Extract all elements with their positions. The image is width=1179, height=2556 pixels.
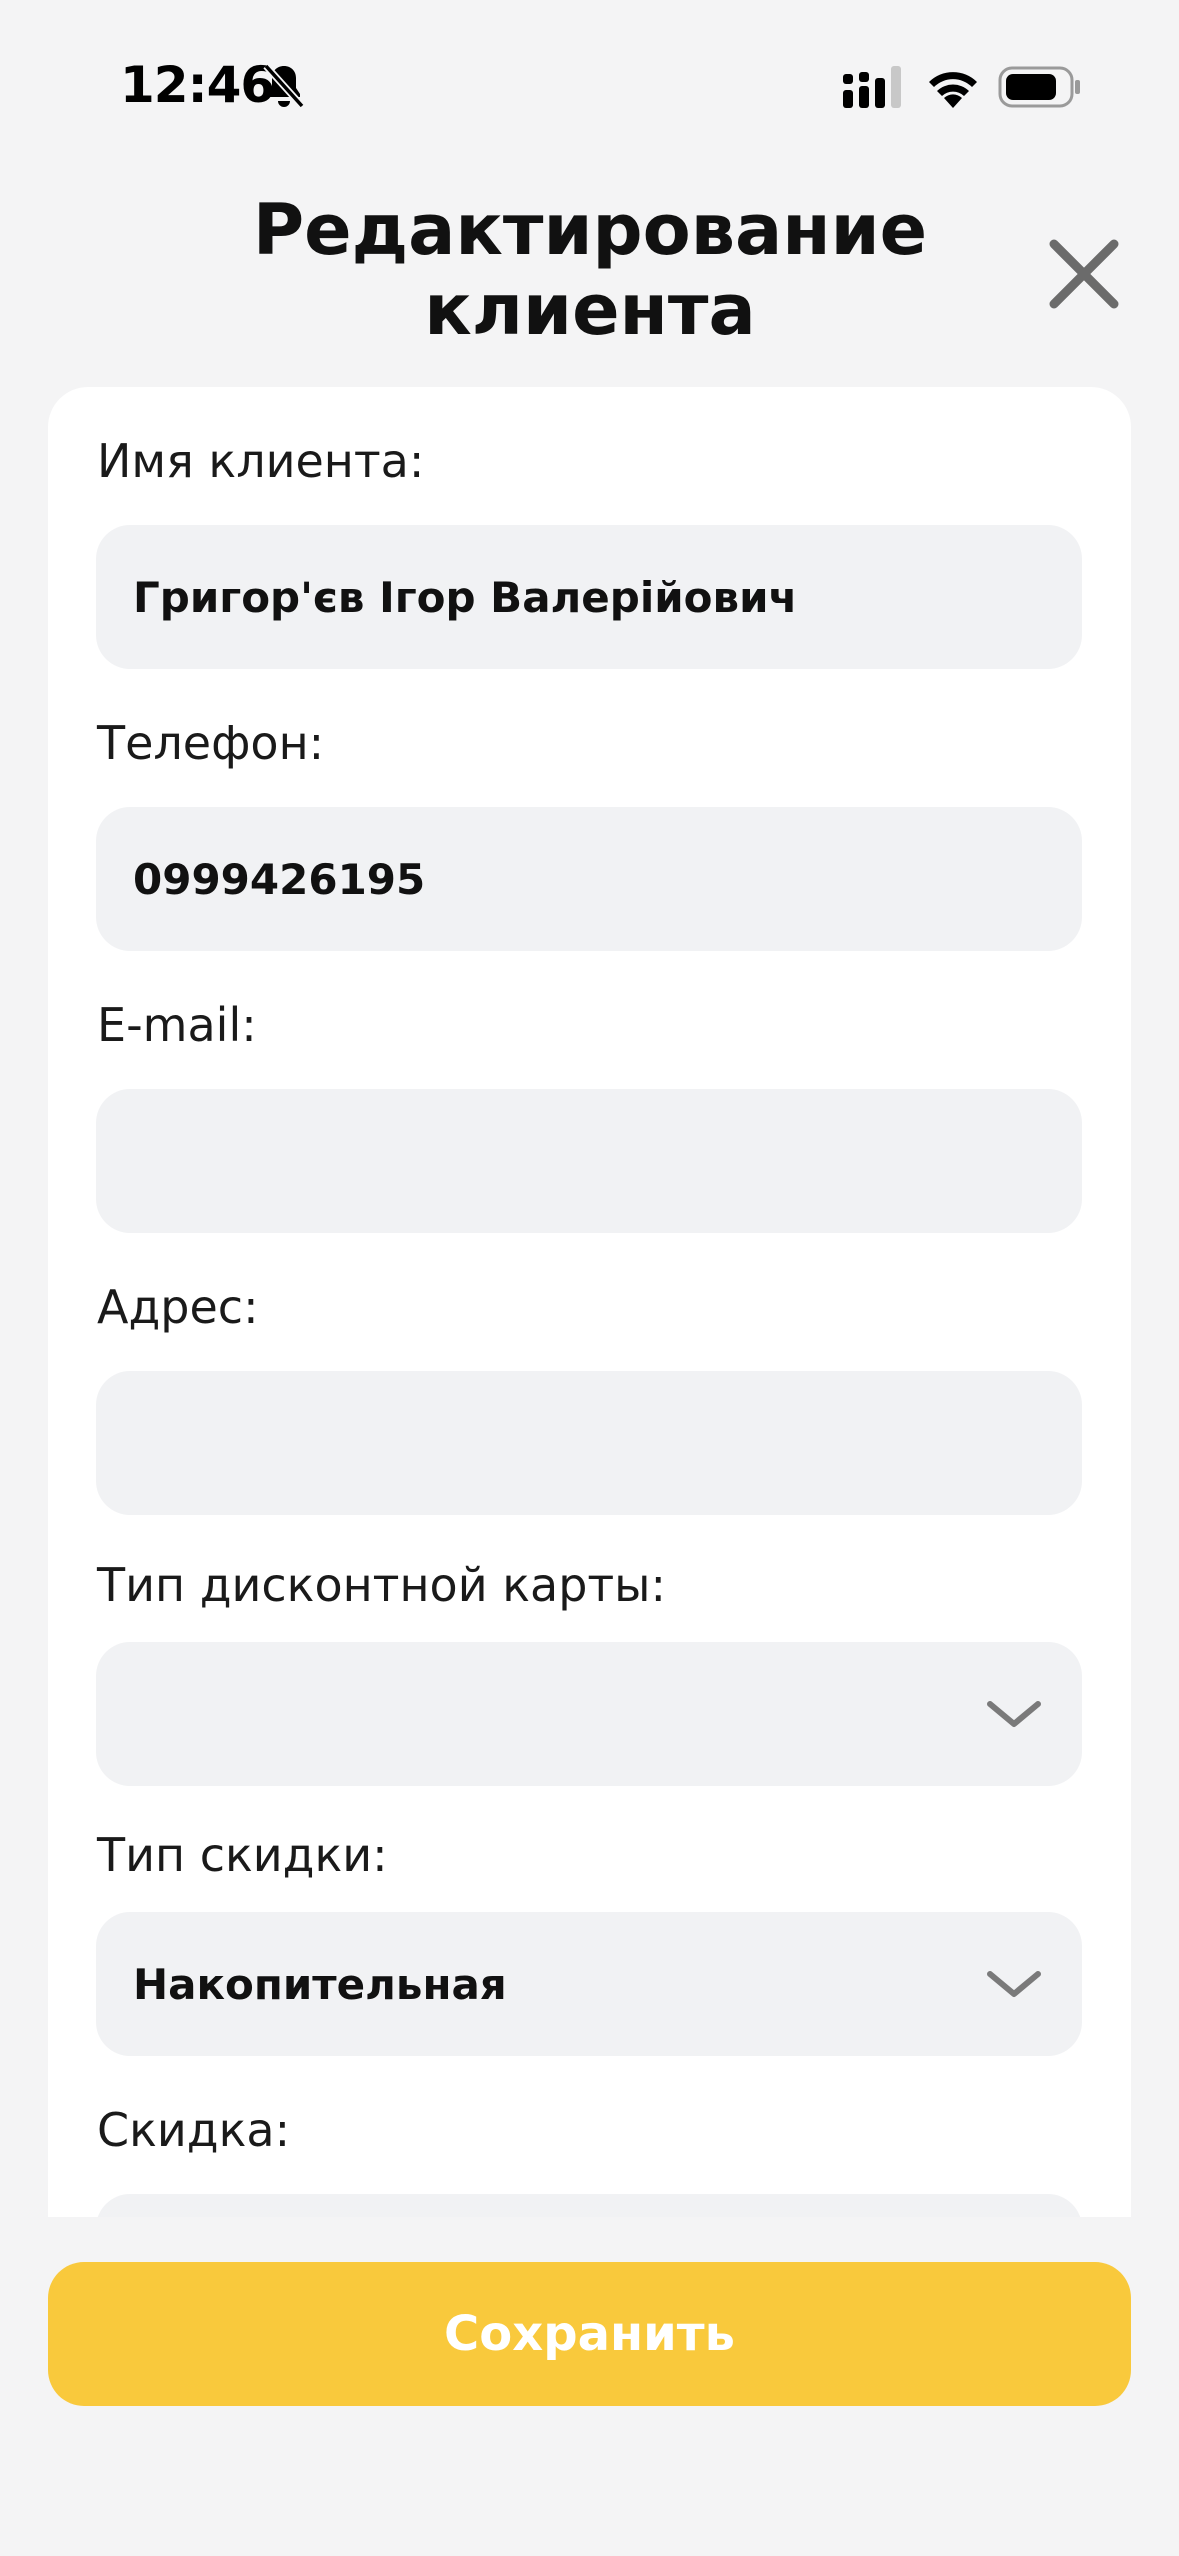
email-input[interactable] bbox=[96, 1089, 1082, 1233]
discount-card-type-select[interactable] bbox=[96, 1642, 1082, 1786]
phone-input[interactable]: 0999426195 bbox=[96, 807, 1082, 951]
address-input[interactable] bbox=[96, 1371, 1082, 1515]
signal-icon bbox=[843, 66, 901, 108]
page-title-line2: клиента bbox=[424, 269, 756, 351]
battery-icon bbox=[998, 66, 1080, 108]
page-title: Редактирование клиента bbox=[190, 190, 990, 350]
page-title-line1: Редактирование bbox=[252, 189, 928, 271]
phone-label: Телефон: bbox=[97, 716, 325, 770]
discount-type-label: Тип скидки: bbox=[97, 1828, 388, 1882]
save-button[interactable]: Сохранить bbox=[48, 2262, 1131, 2406]
client-edit-form: Имя клиента: Григор'єв Ігор Валерійович … bbox=[48, 387, 1131, 2217]
client-name-input[interactable]: Григор'єв Ігор Валерійович bbox=[96, 525, 1082, 669]
close-icon[interactable] bbox=[1040, 230, 1128, 318]
bell-slash-icon bbox=[263, 63, 305, 109]
discount-label: Скидка: bbox=[97, 2103, 291, 2157]
email-label: E-mail: bbox=[97, 998, 257, 1052]
address-label: Адрес: bbox=[97, 1280, 259, 1334]
chevron-down-icon bbox=[987, 1971, 1041, 1997]
discount-type-value: Накопительная bbox=[133, 1959, 507, 2009]
status-bar: 12:46 bbox=[0, 0, 1179, 170]
chevron-down-icon bbox=[987, 1701, 1041, 1727]
client-name-label: Имя клиента: bbox=[97, 434, 425, 488]
discount-card-type-label: Тип дисконтной карты: bbox=[97, 1558, 667, 1612]
discount-input[interactable] bbox=[96, 2194, 1082, 2217]
wifi-icon bbox=[929, 72, 977, 108]
discount-type-select[interactable]: Накопительная bbox=[96, 1912, 1082, 2056]
status-time: 12:46 bbox=[120, 56, 275, 114]
